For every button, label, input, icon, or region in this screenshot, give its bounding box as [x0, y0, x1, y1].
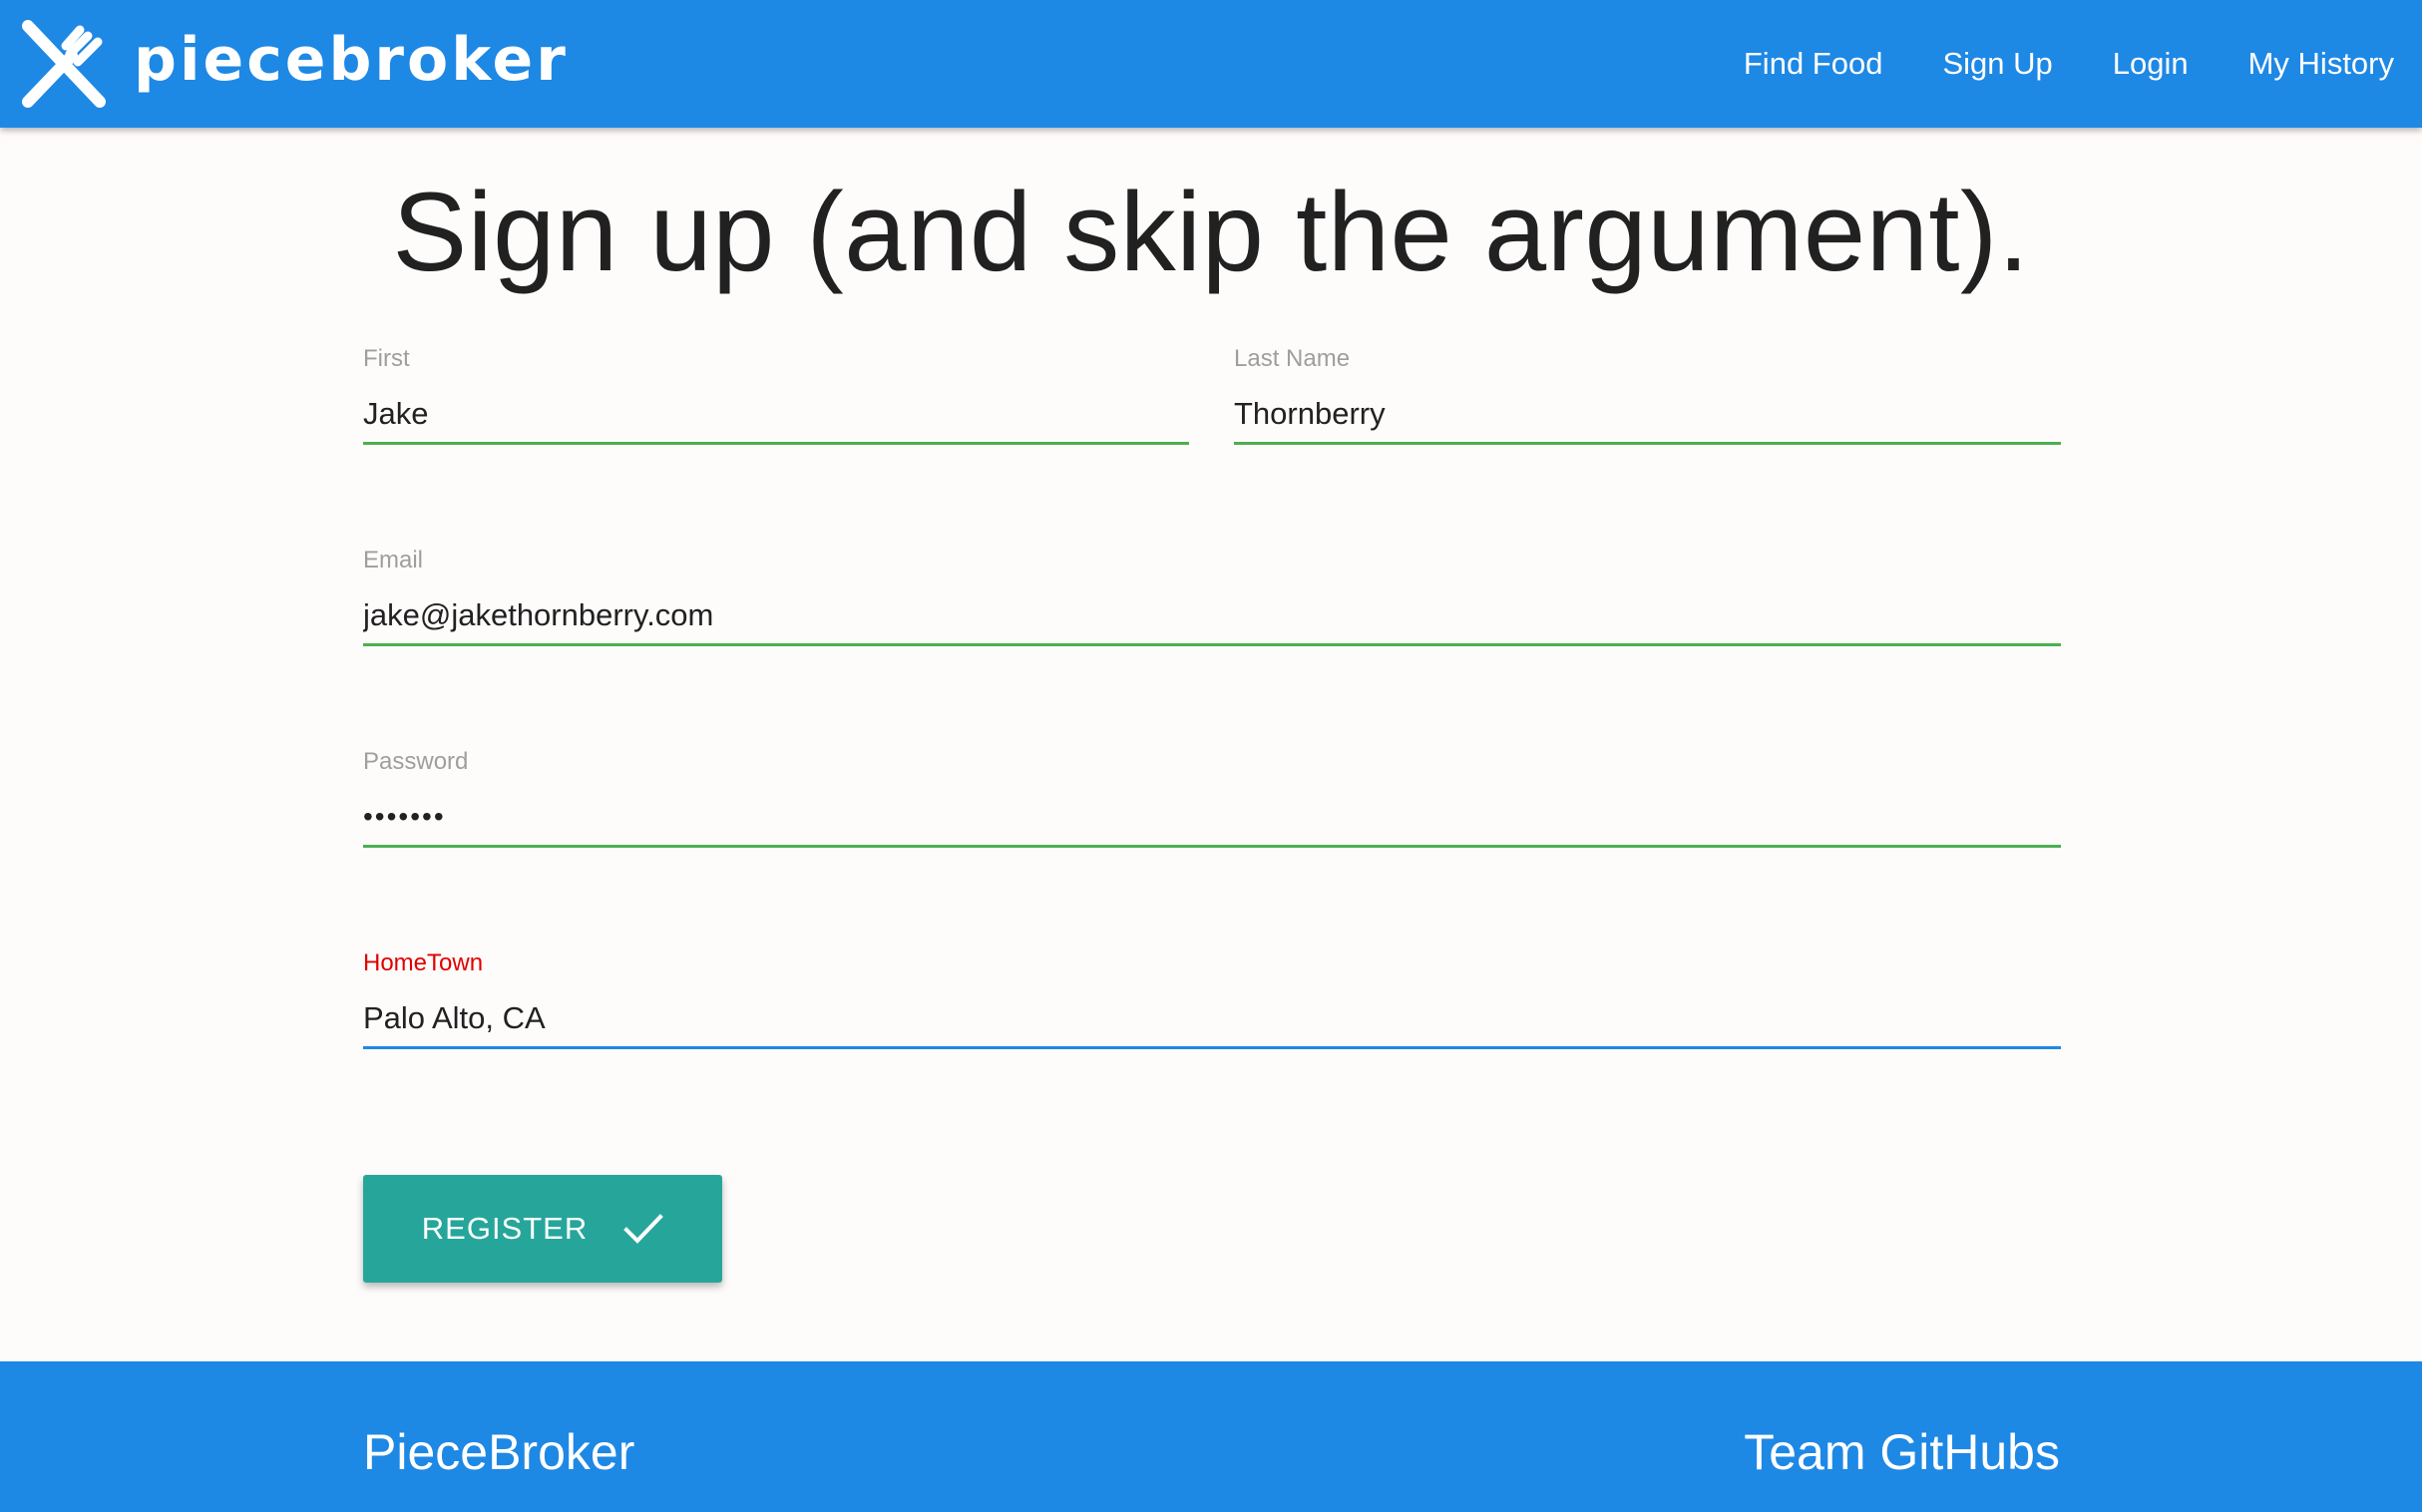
nav-sign-up[interactable]: Sign Up — [1942, 46, 2052, 82]
register-button[interactable]: REGISTER — [363, 1175, 722, 1283]
register-button-label: REGISTER — [421, 1211, 589, 1246]
last-name-input[interactable] — [1234, 385, 2061, 445]
check-icon — [623, 1214, 664, 1244]
hometown-field: HomeTown — [363, 949, 2061, 1069]
password-field: Password — [363, 748, 2061, 868]
hometown-label: HomeTown — [363, 949, 484, 976]
nav-links: Find Food Sign Up Login My History — [1684, 0, 2394, 128]
password-label: Password — [363, 748, 469, 775]
email-label: Email — [363, 547, 424, 573]
crossed-utensils-icon — [22, 20, 106, 108]
email-input[interactable] — [363, 586, 2061, 646]
brand-logo-link[interactable]: piecebroker — [18, 12, 569, 116]
top-navbar: piecebroker Find Food Sign Up Login My H… — [0, 0, 2422, 128]
nav-find-food[interactable]: Find Food — [1744, 46, 1883, 82]
last-name-field: Last Name — [1234, 345, 2061, 465]
brand-name: piecebroker — [134, 25, 569, 95]
footer-team-githubs-heading: Team GitHubs — [1744, 1424, 2060, 1480]
page-footer: PieceBroker Team GitHubs — [0, 1361, 2422, 1512]
hometown-input[interactable] — [363, 989, 2061, 1049]
first-name-input[interactable] — [363, 385, 1189, 445]
nav-login[interactable]: Login — [2113, 46, 2189, 82]
page-title: Sign up (and skip the argument). — [392, 170, 2030, 294]
nav-my-history[interactable]: My History — [2248, 46, 2394, 82]
email-field: Email — [363, 547, 2061, 666]
first-name-label: First — [363, 345, 410, 372]
last-name-label: Last Name — [1234, 345, 1351, 372]
first-name-field: First — [363, 345, 1189, 465]
password-input[interactable] — [363, 788, 2061, 848]
footer-brand: PieceBroker — [363, 1424, 635, 1480]
